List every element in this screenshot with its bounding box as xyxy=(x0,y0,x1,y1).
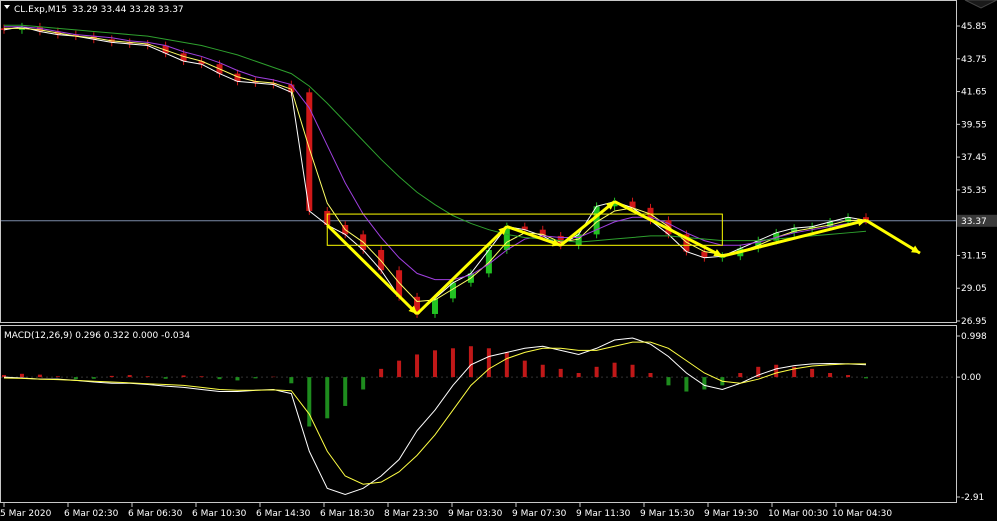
price-axis-label: 45.85 xyxy=(961,22,987,32)
macd-axis-label: -2.91 xyxy=(961,493,984,503)
price-axis-label: 33.37 xyxy=(961,217,987,227)
window-corner-icon xyxy=(964,0,997,9)
ohlc-values: 33.29 33.44 33.28 33.37 xyxy=(72,5,184,15)
time-axis-label: 9 Mar 03:30 xyxy=(448,509,503,519)
macd-panel-frame xyxy=(0,325,957,503)
time-axis-label: 9 Mar 07:30 xyxy=(512,509,567,519)
zigzag-arrow xyxy=(613,200,724,258)
candle-body xyxy=(306,92,313,211)
ma-fast-line xyxy=(3,26,867,315)
time-axis-label: 6 Mar 14:30 xyxy=(256,509,311,519)
time-axis-label: 5 Mar 2020 xyxy=(0,509,52,519)
trading-chart[interactable]: 45.85 43.75 41.65 39.55 37.45 35.35 33.37 31.15… xyxy=(0,0,997,521)
ma-slow2-line xyxy=(4,24,867,243)
zigzag-arrow xyxy=(326,223,419,316)
time-axis-label: 8 Mar 23:30 xyxy=(384,509,439,519)
time-axis-label: 9 Mar 11:30 xyxy=(576,509,631,519)
macd-axis-label: 0.998 xyxy=(961,332,987,342)
macd-axis-label: 0.00 xyxy=(961,373,981,383)
time-axis-label: 6 Mar 06:30 xyxy=(128,509,183,519)
ma-slow1-line xyxy=(4,26,867,281)
symbol-timeframe: CL.Exp,M15 xyxy=(14,5,67,15)
ma-mid-line xyxy=(4,27,866,303)
price-axis-label: 29.05 xyxy=(961,284,987,294)
projection-arrow xyxy=(865,219,921,255)
zigzag-arrow xyxy=(559,200,616,247)
price-panel[interactable] xyxy=(1,22,956,318)
time-axis-label: 6 Mar 10:30 xyxy=(192,509,247,519)
price-axis-label: 31.15 xyxy=(961,251,987,261)
axes: 45.85 43.75 41.65 39.55 37.45 35.35 33.37 31.15… xyxy=(0,22,997,519)
time-axis-label: 9 Mar 15:30 xyxy=(640,509,695,519)
time-axis-label: 6 Mar 18:30 xyxy=(320,509,375,519)
time-axis-label: 10 Mar 04:30 xyxy=(832,509,892,519)
price-axis-label: 39.55 xyxy=(961,120,987,130)
price-axis-label: 37.45 xyxy=(961,153,987,163)
price-axis-label: 35.35 xyxy=(961,186,987,196)
chart-menu-arrow-icon[interactable] xyxy=(4,5,10,9)
macd-panel[interactable] xyxy=(1,337,956,496)
price-panel-frame xyxy=(0,0,957,323)
macd-header: MACD(12,26,9) 0.296 0.322 0.000 -0.034 xyxy=(4,331,190,341)
zigzag-arrow xyxy=(415,225,508,316)
time-axis-label: 10 Mar 00:30 xyxy=(768,509,828,519)
price-axis-label: 41.65 xyxy=(961,88,987,98)
time-axis-label: 9 Mar 19:30 xyxy=(704,509,759,519)
price-axis-label: 43.75 xyxy=(961,55,987,65)
time-axis-label: 6 Mar 02:30 xyxy=(64,509,119,519)
price-axis-label: 26.95 xyxy=(961,317,987,327)
